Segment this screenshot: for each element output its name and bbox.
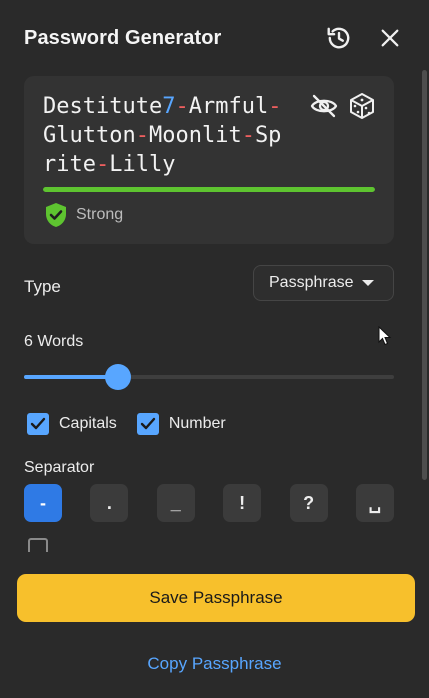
password-card: Destitute7-Armful-Glutton-Moonlit-Sprite…	[24, 76, 394, 244]
slider-fill	[24, 375, 119, 379]
password-separator: -	[135, 123, 149, 148]
number-checkbox[interactable]: Number	[136, 413, 226, 435]
password-word: Lilly	[109, 152, 176, 177]
separator-option-space[interactable]: ␣	[355, 484, 394, 522]
checkbox-box[interactable]	[28, 538, 48, 552]
password-separator: -	[95, 152, 110, 177]
strength-bar	[43, 187, 375, 192]
separator-option-question[interactable]: ?	[289, 484, 328, 522]
strength-fill	[43, 187, 375, 192]
history-button[interactable]	[324, 23, 354, 53]
checkbox-box[interactable]	[27, 413, 49, 435]
password-word: Moonlit	[148, 123, 242, 148]
type-label: Type	[24, 277, 61, 296]
page-title: Password Generator	[24, 26, 222, 49]
checkbox-box[interactable]	[136, 413, 159, 435]
separator-options: - . _ ! ? ␣	[24, 484, 394, 522]
password-word: Destitute	[43, 94, 163, 119]
word-count-label: 6 Words	[24, 333, 84, 350]
shield-check-icon	[46, 203, 66, 227]
separator-option-exclamation[interactable]: !	[223, 484, 262, 522]
partially-hidden-option[interactable]	[28, 538, 64, 552]
copy-passphrase-button[interactable]: Copy Passphrase	[0, 654, 429, 674]
caret-down-icon	[361, 280, 374, 286]
mouse-cursor-icon	[378, 326, 392, 346]
password-separator: -	[241, 123, 255, 148]
check-icon	[30, 417, 46, 430]
eye-off-icon	[310, 94, 338, 118]
capitals-label: Capitals	[59, 415, 117, 432]
dice-icon	[350, 93, 374, 119]
slider-thumb[interactable]	[105, 364, 132, 390]
separator-option-dash[interactable]: -	[24, 484, 62, 522]
partially-hidden-option-label	[60, 540, 64, 552]
scrollbar-thumb[interactable]	[422, 70, 427, 480]
close-button[interactable]	[375, 23, 405, 53]
password-word: Glutton	[43, 123, 136, 148]
close-icon	[381, 29, 399, 47]
header: Password Generator	[24, 22, 405, 54]
word-count-slider[interactable]	[24, 364, 394, 390]
password-number: 7	[162, 94, 176, 119]
scrollbar[interactable]	[421, 70, 427, 554]
regenerate-button[interactable]	[348, 92, 376, 120]
history-icon	[327, 27, 350, 49]
save-passphrase-button[interactable]: Save Passphrase	[17, 574, 415, 622]
check-icon	[140, 417, 156, 430]
generated-password[interactable]: Destitute7-Armful-Glutton-Moonlit-Sprite…	[43, 92, 293, 179]
password-separator: -	[175, 94, 189, 119]
strength-label: Strong	[76, 206, 124, 223]
password-separator: -	[268, 94, 282, 119]
toggle-visibility-button[interactable]	[310, 92, 338, 120]
type-dropdown[interactable]: Passphrase	[253, 265, 394, 301]
capitals-checkbox[interactable]: Capitals	[27, 413, 117, 435]
type-selected-value: Passphrase	[269, 274, 354, 291]
separator-label: Separator	[24, 459, 95, 476]
separator-option-underscore[interactable]: _	[156, 484, 195, 522]
password-word: Armful	[188, 94, 269, 119]
number-label: Number	[168, 415, 226, 432]
separator-option-dot[interactable]: .	[90, 484, 129, 522]
